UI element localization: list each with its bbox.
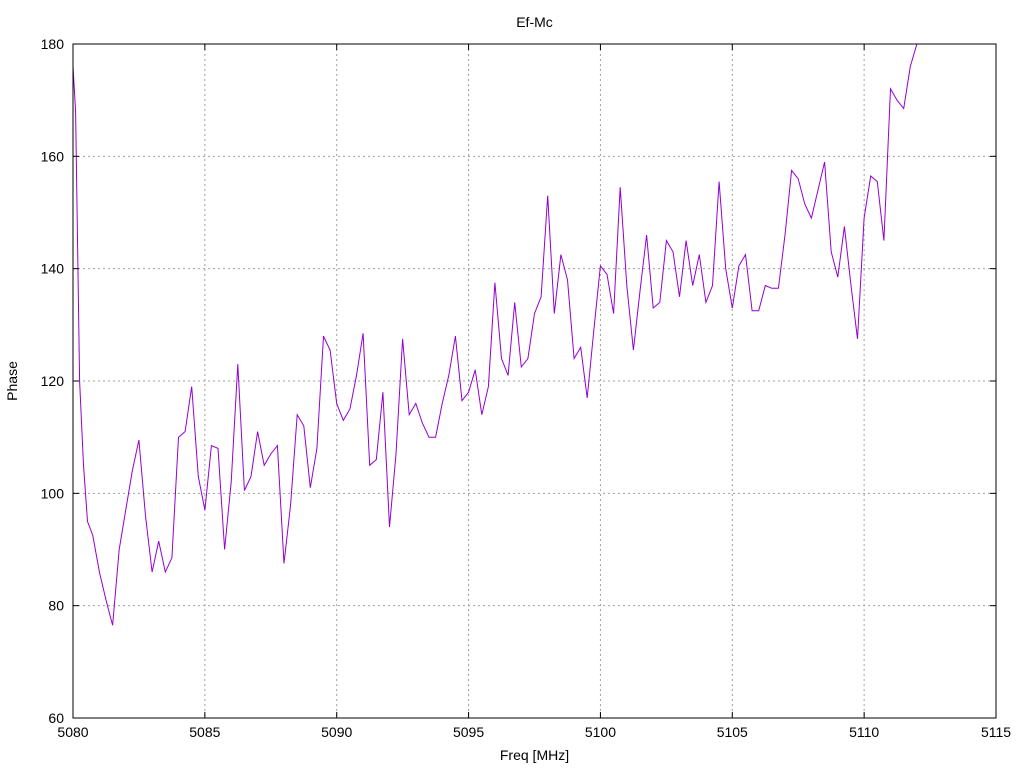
y-tick-label: 120 — [41, 373, 65, 389]
grid-lines — [73, 44, 996, 718]
chart-title: Ef-Mc — [516, 14, 553, 30]
y-axis-title: Phase — [4, 361, 20, 401]
x-tick-label: 5090 — [321, 724, 352, 740]
x-tick-label: 5095 — [453, 724, 484, 740]
y-tick-label: 100 — [41, 485, 65, 501]
series-line — [72, 43, 918, 626]
y-tick-label: 140 — [41, 261, 65, 277]
series-group — [72, 43, 918, 626]
x-tick-label: 5085 — [189, 724, 220, 740]
x-tick-label: 5115 — [981, 724, 1011, 740]
x-tick-label: 5110 — [849, 724, 879, 740]
phase-line-chart: Ef-Mc 5080 5085 5090 5095 5100 5105 5110 5115 60… — [4, 14, 1012, 763]
x-axis-title: Freq [MHz] — [500, 747, 569, 763]
y-tick-label: 180 — [41, 36, 65, 52]
x-tick-label: 5105 — [717, 724, 748, 740]
y-tick-label: 160 — [41, 148, 65, 164]
y-tick-label: 80 — [48, 598, 64, 614]
x-tick-label: 5100 — [585, 724, 616, 740]
x-tick-label: 5080 — [57, 724, 88, 740]
axis-ticks: 5080 5085 5090 5095 5100 5105 5110 5115 60 80 100 1… — [41, 36, 1012, 740]
y-tick-label: 60 — [48, 710, 64, 726]
